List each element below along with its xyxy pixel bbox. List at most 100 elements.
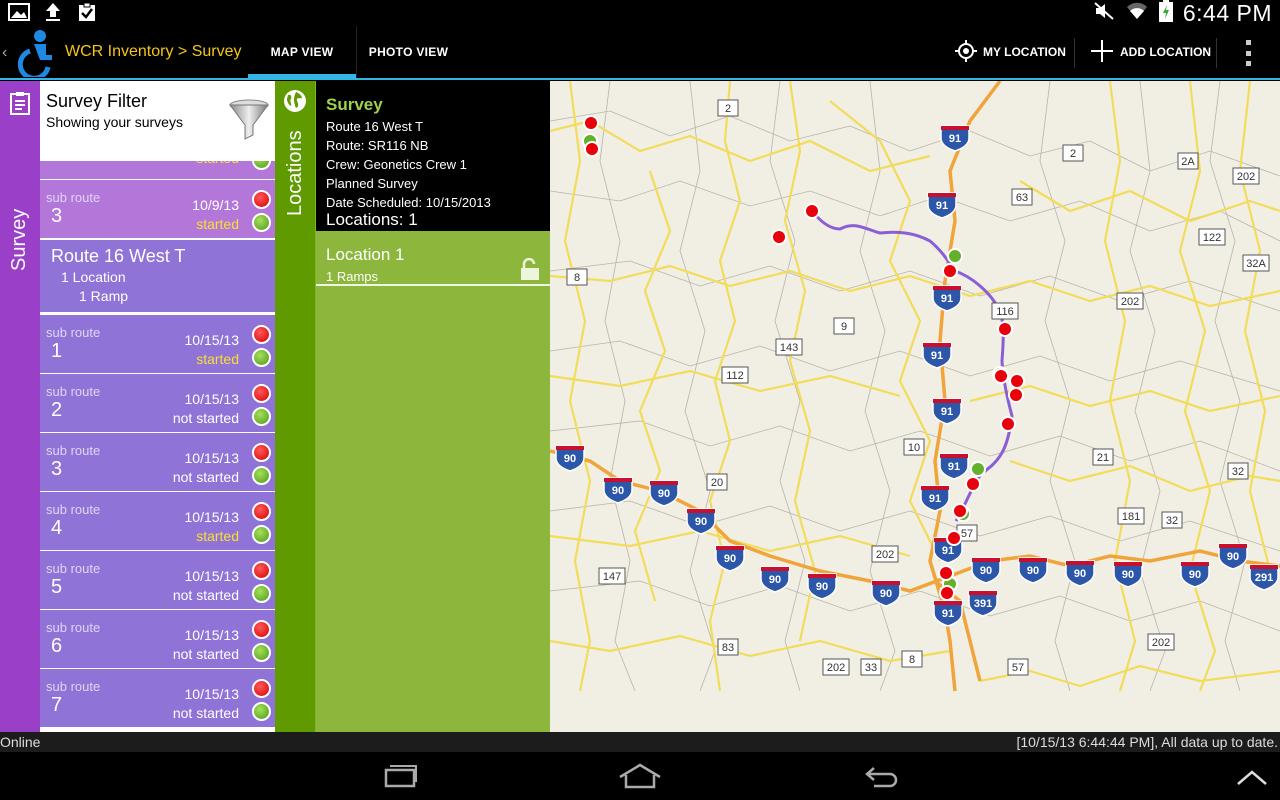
state-route-shield-icon: 32	[1161, 511, 1183, 529]
route-ramp-count: 1 Ramp	[79, 288, 129, 304]
mute-icon	[1093, 1, 1115, 26]
survey-tab-label: Survey	[8, 208, 30, 271]
state-route-shield-icon: 57	[1007, 658, 1029, 676]
item-state: not started	[172, 705, 239, 721]
tab-map-view[interactable]: MAP VIEW	[248, 26, 356, 78]
list-item[interactable]: sub route 4 10/15/13 started	[40, 491, 275, 550]
location-list-item[interactable]: Location 1 1 Ramps	[316, 231, 550, 286]
item-label: sub route	[46, 679, 101, 694]
list-item[interactable]: sub route 7 10/15/13 not started	[40, 668, 275, 727]
green-location-marker-icon	[970, 461, 986, 477]
item-state: not started	[172, 587, 239, 603]
crosshair-icon	[955, 39, 977, 65]
status-red-icon	[252, 561, 271, 580]
filter-title: Survey Filter	[46, 91, 148, 111]
list-item[interactable]: sub route 5 10/15/13 not started	[40, 550, 275, 609]
svg-text:91: 91	[936, 200, 948, 212]
svg-text:90: 90	[980, 565, 992, 577]
route-location-count: 1 Location	[61, 269, 126, 285]
svg-text:143: 143	[780, 342, 798, 354]
upload-icon	[42, 2, 64, 22]
route-header[interactable]: Route 16 West T 1 Location 1 Ramp	[40, 238, 275, 314]
svg-text:8: 8	[909, 654, 915, 666]
subroute-list: sub route 1 10/15/13 started sub route 2 10/15…	[40, 314, 275, 727]
item-number: 1	[51, 340, 63, 362]
add-location-button[interactable]: ADD LOCATION	[1090, 26, 1211, 78]
state-route-shield-icon: 202	[1147, 633, 1175, 651]
overflow-menu-icon[interactable]	[1240, 40, 1256, 66]
locations-panel: Survey Route 16 West T Route: SR116 NB C…	[316, 81, 550, 732]
map-canvas[interactable]: 91 91 91 91 91 91 91 91 91 90 90 90 90 90 90 90 90 90 90 90…	[550, 81, 1280, 732]
app-logo-icon[interactable]	[17, 29, 58, 81]
survey-heading: Survey	[326, 95, 383, 114]
svg-text:90: 90	[658, 488, 670, 500]
clock: 6:44 PM	[1182, 0, 1272, 26]
home-icon[interactable]	[610, 760, 670, 792]
state-route-shield-icon: 202	[1232, 167, 1260, 185]
battery-icon	[1158, 0, 1173, 27]
status-red-icon	[252, 679, 271, 698]
state-route-shield-icon: 20	[706, 473, 728, 491]
svg-text:32: 32	[1166, 515, 1178, 527]
survey-scheduled: Date Scheduled: 10/15/2013	[326, 195, 491, 210]
item-date: 10/15/13	[184, 509, 240, 525]
red-location-marker-icon	[939, 585, 955, 601]
svg-text:91: 91	[942, 608, 954, 620]
locations-tab-label: Locations	[284, 130, 306, 216]
list-item[interactable]: sub route 2 10/15/13 not started	[40, 373, 275, 432]
filter-subtitle: Showing your surveys	[46, 114, 183, 130]
up-caret-icon[interactable]: ‹	[2, 44, 7, 62]
tab-photo-view[interactable]: PHOTO VIEW	[356, 26, 460, 78]
map-view[interactable]: 91 91 91 91 91 91 91 91 91 90 90 90 90 90 90 90 90 90 90 90…	[550, 81, 1280, 732]
state-route-shield-icon: 181	[1117, 507, 1145, 525]
clipboard-icon	[10, 91, 30, 120]
survey-location-count: Locations: 1	[326, 210, 418, 229]
list-item[interactable]: sub route 1 10/15/13 started	[40, 314, 275, 373]
state-route-shield-icon: 8	[566, 268, 588, 286]
funnel-icon[interactable]	[228, 99, 270, 148]
item-date: 10/9/13	[192, 197, 239, 213]
svg-text:83: 83	[722, 642, 734, 654]
state-route-shield-icon: 9	[833, 317, 855, 335]
status-green-icon	[252, 702, 271, 721]
item-label: sub route	[46, 620, 101, 635]
tab-selected-indicator	[248, 74, 356, 78]
item-state: not started	[172, 410, 239, 426]
item-label: sub route	[46, 325, 101, 340]
state-route-shield-icon: 202	[822, 658, 850, 676]
chevron-up-icon[interactable]	[1222, 760, 1280, 792]
survey-items: started sub route 3 10/9/13 started Rout…	[40, 139, 275, 727]
state-route-shield-icon: 63	[1011, 188, 1033, 206]
svg-text:91: 91	[942, 545, 954, 557]
green-location-marker-icon	[947, 248, 963, 264]
survey-filter[interactable]: Survey Filter Showing your surveys	[40, 81, 275, 161]
survey-crew: Crew: Geonetics Crew 1	[326, 157, 467, 172]
svg-text:57: 57	[961, 528, 973, 540]
svg-text:32A: 32A	[1246, 258, 1266, 270]
svg-text:10: 10	[908, 442, 920, 454]
item-number: 7	[51, 694, 63, 716]
state-route-shield-icon: 202	[1116, 292, 1144, 310]
wifi-icon	[1125, 1, 1149, 26]
action-divider	[1216, 38, 1217, 68]
survey-list-panel[interactable]: started sub route 3 10/9/13 started Rout…	[40, 81, 275, 732]
state-route-shield-icon: 83	[717, 638, 739, 656]
recents-icon[interactable]	[370, 760, 430, 792]
svg-text:57: 57	[1012, 662, 1024, 674]
my-location-button[interactable]: MY LOCATION	[955, 26, 1066, 78]
app-title: WCR Inventory > Survey	[65, 43, 242, 60]
item-state: started	[196, 216, 239, 232]
locations-side-tab[interactable]: Locations	[275, 81, 316, 732]
survey-info-card: Survey Route 16 West T Route: SR116 NB C…	[316, 81, 550, 231]
list-item[interactable]: sub route 6 10/15/13 not started	[40, 609, 275, 668]
svg-text:202: 202	[827, 662, 845, 674]
back-icon[interactable]	[852, 760, 912, 792]
item-date: 10/15/13	[184, 332, 240, 348]
list-item[interactable]: sub route 3 10/15/13 not started	[40, 432, 275, 491]
list-item[interactable]: sub route 3 10/9/13 started	[40, 179, 275, 238]
unlock-icon[interactable]	[520, 257, 540, 285]
item-date: 10/15/13	[184, 686, 240, 702]
svg-text:202: 202	[1237, 171, 1255, 183]
svg-text:32: 32	[1232, 466, 1244, 478]
survey-side-tab[interactable]: Survey	[0, 81, 40, 732]
